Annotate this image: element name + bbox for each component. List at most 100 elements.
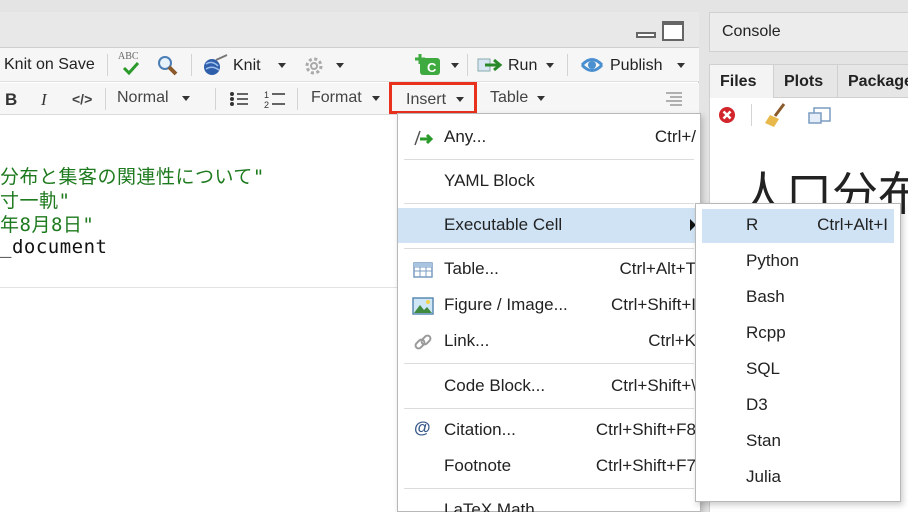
- tab-plots[interactable]: Plots: [774, 65, 838, 98]
- insert-menu-highlight-outline: [389, 82, 477, 114]
- run-menu-caret[interactable]: [546, 63, 554, 68]
- menu-item-code-block[interactable]: Code Block... Ctrl+Shift+\: [398, 369, 700, 405]
- menu-item-label: Link...: [444, 331, 490, 350]
- knit-on-save-checkbox-label[interactable]: Knit on Save: [4, 56, 95, 74]
- svg-text:2: 2: [264, 100, 269, 109]
- console-tab[interactable]: Console: [722, 23, 781, 41]
- image-icon: [412, 297, 434, 315]
- code-format-button[interactable]: </>: [72, 91, 92, 107]
- clear-red-x-icon[interactable]: [718, 106, 736, 124]
- menu-item-footnote[interactable]: Footnote Ctrl+Shift+F7: [398, 449, 700, 485]
- numbered-list-icon[interactable]: 12: [264, 89, 286, 109]
- italic-button[interactable]: I: [41, 90, 47, 110]
- submenu-item-label: Python: [746, 251, 799, 270]
- maximize-pane-button[interactable]: [662, 21, 684, 41]
- menu-item-label: Table...: [444, 259, 499, 278]
- submenu-item-julia[interactable]: Julia: [702, 461, 894, 495]
- menu-item-label: Citation...: [444, 420, 516, 439]
- submenu-item-shortcut: Ctrl+Alt+I: [817, 215, 888, 234]
- knit-menu-caret[interactable]: [278, 63, 286, 68]
- run-button[interactable]: Run: [508, 57, 537, 75]
- code-line-title: 分布と集客の関連性について": [0, 166, 265, 188]
- toolbar-divider: [297, 88, 298, 110]
- files-pane-tabs: Files Plots Packages: [709, 64, 908, 98]
- minimize-pane-button[interactable]: [636, 26, 656, 38]
- paragraph-style-select[interactable]: Normal: [117, 89, 169, 107]
- publish-menu-caret[interactable]: [677, 63, 685, 68]
- spellcheck-button[interactable]: ABC: [116, 51, 146, 77]
- style-select-caret[interactable]: [182, 96, 190, 101]
- menu-item-label: LaTeX Math: [444, 500, 535, 512]
- table-menu-caret[interactable]: [537, 96, 545, 101]
- menu-item-shortcut: Ctrl+K: [648, 331, 696, 350]
- menu-item-link[interactable]: Link... Ctrl+K: [398, 324, 700, 360]
- at-icon: @: [414, 418, 431, 437]
- add-chunk-caret[interactable]: [451, 63, 459, 68]
- table-menu-button[interactable]: Table: [490, 89, 528, 107]
- toolbar-divider: [105, 88, 106, 110]
- submenu-item-label: Stan: [746, 431, 781, 450]
- console-pane-header: Console: [709, 12, 908, 52]
- submenu-item-label: Rcpp: [746, 323, 786, 342]
- menu-item-shortcut: Ctrl+Shift+\: [610, 376, 696, 395]
- run-arrow-icon: [477, 58, 503, 72]
- toolbar-divider: [567, 54, 568, 76]
- submenu-item-stan[interactable]: Stan: [702, 425, 894, 459]
- menu-separator: [404, 159, 694, 160]
- menu-item-label: Figure / Image...: [444, 295, 568, 314]
- outline-toggle-icon[interactable]: [665, 92, 683, 106]
- tab-packages[interactable]: Packages: [838, 65, 908, 98]
- menu-item-shortcut: Ctrl+Shift+I: [610, 295, 696, 314]
- bullet-list-icon[interactable]: [229, 91, 249, 107]
- editor-toolbar-main: Knit on Save ABC Knit C Run Publish: [0, 48, 699, 82]
- code-line-output: _document: [0, 236, 108, 258]
- code-line-date: 年8月8日": [0, 214, 95, 236]
- code-line-author: 寸一軌": [0, 190, 71, 212]
- yaml-divider: [0, 287, 397, 288]
- toolbar-divider: [751, 104, 752, 126]
- submenu-item-label: Bash: [746, 287, 785, 306]
- toolbar-divider: [191, 54, 192, 76]
- submenu-item-r[interactable]: R Ctrl+Alt+I: [702, 209, 894, 243]
- menu-item-executable-cell[interactable]: Executable Cell: [398, 208, 700, 243]
- tab-files[interactable]: Files: [710, 65, 774, 98]
- editor-tab-bar: [0, 12, 699, 48]
- menu-item-any[interactable]: Any... Ctrl+/: [398, 120, 700, 156]
- menu-item-shortcut: Ctrl+Shift+F7: [595, 456, 696, 475]
- menu-item-figure-image[interactable]: Figure / Image... Ctrl+Shift+I: [398, 288, 700, 324]
- publish-icon: [580, 58, 604, 72]
- menu-separator: [404, 363, 694, 364]
- submenu-item-rcpp[interactable]: Rcpp: [702, 317, 894, 351]
- svg-text:1: 1: [264, 90, 269, 100]
- format-menu-caret[interactable]: [372, 96, 380, 101]
- menu-item-yaml-block[interactable]: YAML Block: [398, 164, 700, 200]
- menu-separator: [404, 408, 694, 409]
- submenu-item-bash[interactable]: Bash: [702, 281, 894, 315]
- menu-item-table[interactable]: Table... Ctrl+Alt+T: [398, 252, 700, 288]
- knit-button[interactable]: Knit: [233, 57, 261, 75]
- menu-item-citation[interactable]: @ Citation... Ctrl+Shift+F8: [398, 413, 700, 449]
- find-replace-icon[interactable]: [156, 54, 180, 78]
- insert-dropdown-menu: Any... Ctrl+/ YAML Block Executable Cell…: [397, 113, 701, 512]
- checkmark-icon: [122, 61, 140, 75]
- submenu-item-python[interactable]: Python: [702, 245, 894, 279]
- menu-item-shortcut: Ctrl+Alt+T: [619, 259, 696, 278]
- menu-item-label: Any...: [444, 127, 487, 146]
- toolbar-divider: [107, 54, 108, 76]
- gear-icon[interactable]: [303, 55, 325, 77]
- visual-editor-toolbar: B I </> Normal 12 Format Insert Table: [0, 83, 699, 115]
- submenu-item-d3[interactable]: D3: [702, 389, 894, 423]
- submenu-item-label: R: [746, 215, 759, 234]
- settings-menu-caret[interactable]: [336, 63, 344, 68]
- submenu-item-sql[interactable]: SQL: [702, 353, 894, 387]
- menu-item-shortcut: Ctrl+/: [654, 127, 696, 146]
- publish-button[interactable]: Publish: [610, 57, 662, 75]
- bold-button[interactable]: B: [5, 90, 17, 110]
- menu-item-latex-math[interactable]: LaTeX Math: [398, 494, 700, 512]
- format-menu-button[interactable]: Format: [311, 89, 362, 107]
- menu-separator: [404, 488, 694, 489]
- menu-separator: [404, 248, 694, 249]
- toolbar-divider: [467, 54, 468, 76]
- broom-icon[interactable]: [764, 102, 788, 128]
- popout-window-icon[interactable]: [808, 107, 832, 125]
